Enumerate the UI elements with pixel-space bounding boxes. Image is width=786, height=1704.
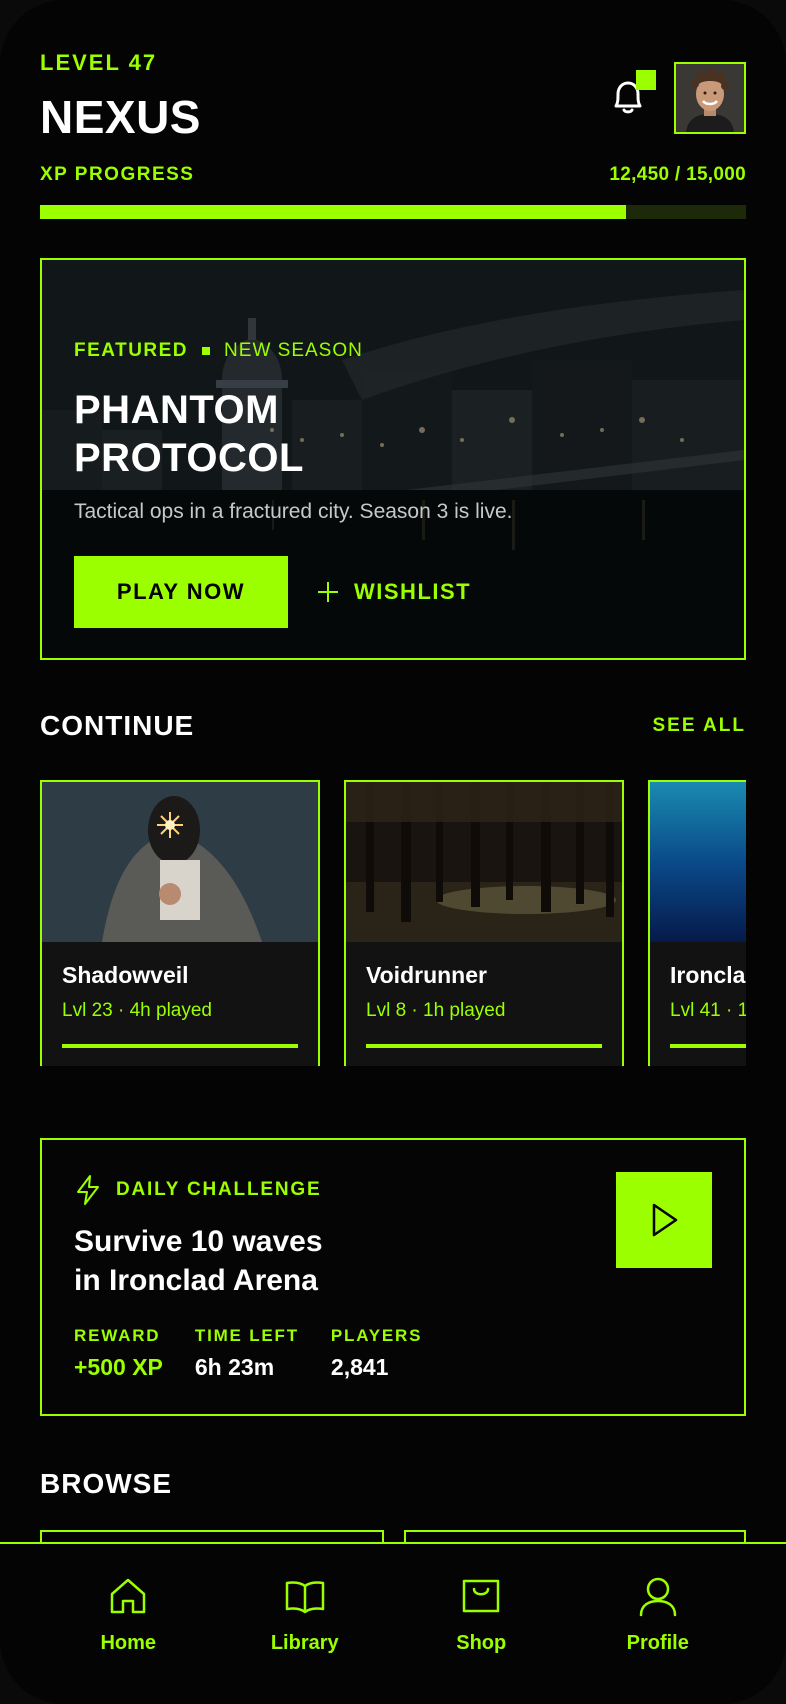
game-card-progress <box>670 1044 746 1048</box>
play-now-button[interactable]: PLAY NOW <box>74 556 288 628</box>
app-title: NEXUS <box>40 91 201 143</box>
continue-header: CONTINUE SEE ALL <box>40 710 746 742</box>
plus-icon <box>318 582 338 602</box>
tab-shop[interactable]: Shop <box>416 1544 546 1704</box>
daily-challenge-label: DAILY CHALLENGE <box>116 1179 322 1200</box>
stat-value: 2,841 <box>330 1354 389 1380</box>
xp-progress-bar <box>40 205 746 219</box>
tab-home[interactable]: Home <box>63 1544 193 1704</box>
season-tag: NEW SEASON <box>224 340 363 361</box>
app-screen: LEVEL 47 NEXUS XP PROGRESS 12,450 / 15,0… <box>0 0 786 1704</box>
xp-row: XP PROGRESS 12,450 / 15,000 <box>40 164 746 186</box>
game-card[interactable]: Voidrunner Lvl 8 · 1h played <box>344 780 624 1066</box>
stat-label: PLAYERS <box>330 1326 423 1345</box>
tab-label: Profile <box>626 1632 689 1654</box>
lightning-icon <box>77 1175 99 1205</box>
daily-challenge-card[interactable]: DAILY CHALLENGE Survive 10 waves in Iron… <box>40 1138 746 1416</box>
game-card-image <box>346 782 622 942</box>
featured-tag: FEATURED <box>74 340 189 361</box>
browse-title: BROWSE <box>40 1468 172 1499</box>
game-card-meta: Lvl 23 · 4h played <box>62 1000 212 1021</box>
xp-progress-fill <box>40 205 626 219</box>
bottom-tab-bar: Home Library Shop Profile <box>0 1542 786 1704</box>
wishlist-button[interactable]: WISHLIST <box>316 579 471 605</box>
tab-profile[interactable]: Profile <box>593 1544 723 1704</box>
featured-tagline: FEATURED NEW SEASON <box>74 340 712 362</box>
game-card[interactable]: Ironclad Lvl 41 · 1 <box>648 780 746 1066</box>
featured-title-line1: PHANTOM <box>74 388 279 432</box>
stat-value: 6h 23m <box>194 1354 275 1380</box>
game-card-title: Shadowveil <box>62 962 189 988</box>
book-icon <box>285 1581 324 1614</box>
game-card-meta: Lvl 8 · 1h played <box>366 1000 506 1021</box>
continue-title: CONTINUE <box>40 710 195 741</box>
game-card-title: Ironclad <box>670 962 746 988</box>
game-card[interactable]: Shadowveil Lvl 23 · 4h played <box>40 780 320 1066</box>
stat-reward: REWARD +500 XP <box>74 1326 163 1381</box>
tab-library[interactable]: Library <box>240 1544 370 1704</box>
challenge-stats: REWARD +500 XP TIME LEFT 6h 23m PLAYERS … <box>74 1326 422 1381</box>
stat-time-left: TIME LEFT 6h 23m <box>195 1326 299 1381</box>
daily-title-line2: in Ironclad Arena <box>74 1264 318 1297</box>
user-icon <box>639 1577 676 1617</box>
tab-label: Library <box>270 1632 339 1654</box>
featured-title-line2: PROTOCOL <box>74 436 304 480</box>
featured-description: Tactical ops in a fractured city. Season… <box>74 500 513 523</box>
start-challenge-button[interactable] <box>616 1172 712 1268</box>
tab-label: Shop <box>456 1632 507 1654</box>
game-card-progress <box>366 1044 602 1048</box>
stat-label: REWARD <box>74 1326 161 1345</box>
see-all-link[interactable]: SEE ALL <box>652 715 746 737</box>
avatar[interactable] <box>674 62 746 134</box>
game-card-progress <box>62 1044 298 1048</box>
home-icon <box>111 1578 146 1614</box>
play-icon <box>652 1203 678 1237</box>
game-card-image <box>650 782 746 942</box>
game-card-image <box>42 782 318 942</box>
daily-challenge-title: Survive 10 waves in Ironclad Arena <box>74 1222 323 1300</box>
wishlist-label: WISHLIST <box>354 579 472 604</box>
continue-carousel[interactable]: Shadowveil Lvl 23 · 4h played Voidrunner… <box>40 780 746 1066</box>
featured-title: PHANTOM PROTOCOL <box>74 386 712 482</box>
xp-value: 12,450 / 15,000 <box>609 164 746 185</box>
game-card-title: Voidrunner <box>366 962 487 988</box>
stat-label: TIME LEFT <box>194 1326 299 1345</box>
tab-label: Home <box>100 1632 157 1654</box>
xp-label: XP PROGRESS <box>40 164 195 185</box>
tag-separator <box>202 347 211 355</box>
featured-banner[interactable]: FEATURED NEW SEASON PHANTOM PROTOCOL Tac… <box>40 258 746 660</box>
browse-header: BROWSE <box>40 1468 746 1500</box>
daily-challenge-tag: DAILY CHALLENGE <box>74 1174 321 1206</box>
stat-players: PLAYERS 2,841 <box>331 1326 422 1381</box>
header: LEVEL 47 NEXUS <box>40 50 746 143</box>
daily-title-line1: Survive 10 waves <box>74 1225 323 1258</box>
notification-badge <box>636 70 656 90</box>
stat-value: +500 XP <box>74 1354 163 1380</box>
game-card-meta: Lvl 41 · 1 <box>670 1000 746 1021</box>
shopping-bag-icon <box>463 1579 500 1613</box>
